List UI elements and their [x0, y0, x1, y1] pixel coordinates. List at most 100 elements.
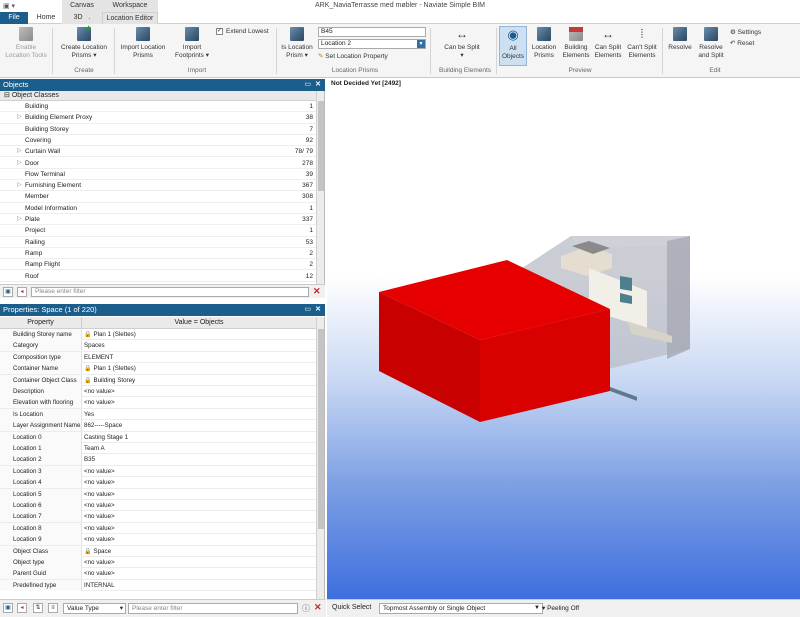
3d-scene[interactable]	[327, 78, 800, 599]
property-value[interactable]: <no value>	[84, 500, 115, 511]
expand-icon[interactable]: ▷	[17, 146, 22, 157]
column-header-property[interactable]: Property	[0, 317, 82, 329]
select-icon[interactable]: ▣	[3, 287, 13, 297]
property-row[interactable]: Location 2 B35	[0, 454, 316, 466]
property-value[interactable]: 🔒 Plan 1 (Slettes)	[84, 329, 136, 341]
property-value[interactable]: INTERNAL	[84, 580, 115, 591]
collapse-icon[interactable]: ⊟	[4, 92, 10, 99]
tab-file[interactable]: File	[0, 12, 28, 24]
property-value[interactable]: ELEMENT	[84, 352, 113, 363]
close-icon[interactable]: ✕	[315, 79, 321, 91]
property-row[interactable]: Category Spaces	[0, 340, 316, 352]
3d-viewport[interactable]: Not Decided Yet [2492]	[327, 78, 800, 599]
property-row[interactable]: Location 7 <no value>	[0, 511, 316, 523]
object-class-row[interactable]: Covering 92	[0, 135, 316, 147]
clear-filter-icon[interactable]: ✕	[314, 602, 322, 613]
tab-home[interactable]: Home	[30, 12, 62, 24]
expand-icon[interactable]: ▷	[17, 180, 22, 191]
property-value[interactable]: <no value>	[84, 397, 115, 408]
property-value[interactable]: <no value>	[84, 523, 115, 534]
pin-icon[interactable]: ▭	[304, 304, 311, 316]
property-value[interactable]: Casting Stage 1	[84, 432, 128, 443]
property-row[interactable]: Predefined type INTERNAL	[0, 579, 316, 592]
settings-button[interactable]: ⚙ Settings	[730, 28, 761, 37]
object-classes-row[interactable]: ⊟ Object Classes	[0, 91, 316, 101]
can-be-split-button[interactable]: ↔ Can be Split ▾	[444, 26, 480, 60]
property-row[interactable]: Location 8 <no value>	[0, 522, 316, 535]
object-class-row[interactable]: Member 308	[0, 191, 316, 203]
object-class-row[interactable]: Building Storey 7	[0, 124, 316, 135]
object-class-row[interactable]: Roof 12	[0, 271, 316, 282]
object-class-row[interactable]: Project 1	[0, 225, 316, 237]
expand-icon[interactable]: ▷	[17, 112, 22, 123]
property-row[interactable]: Location 3 <no value>	[0, 465, 316, 478]
object-class-row[interactable]: ▷ Building Element Proxy 38	[0, 112, 316, 124]
location-value-input[interactable]: B45	[318, 27, 426, 37]
create-location-prisms-button[interactable]: + Create Location Prisms ▾	[58, 24, 110, 60]
object-class-row[interactable]: Building 1	[0, 101, 316, 113]
property-value[interactable]: 862-----Space	[84, 420, 122, 431]
enable-location-tools-button[interactable]: Enable Location Tools	[4, 26, 48, 60]
object-class-row[interactable]: ▷ Plate 337	[0, 214, 316, 226]
highlight-icon[interactable]: ◂	[17, 603, 27, 613]
property-value[interactable]: Yes	[84, 409, 94, 420]
property-row[interactable]: Location 1 Team A	[0, 443, 316, 455]
property-row[interactable]: Location 0 Casting Stage 1	[0, 431, 316, 443]
property-row[interactable]: Elevation with flooring <no value>	[0, 397, 316, 409]
property-value[interactable]: <no value>	[84, 489, 115, 500]
object-class-row[interactable]: Model Information 1	[0, 203, 316, 214]
extend-lowest-checkbox[interactable]: ✓ Extend Lowest	[216, 28, 269, 35]
property-row[interactable]: Location 6 <no value>	[0, 500, 316, 512]
object-class-row[interactable]: Railing 53	[0, 237, 316, 248]
location-select[interactable]: Location 2 ▼	[318, 39, 426, 49]
building-elements-preview-button[interactable]: Building Elements	[561, 26, 591, 60]
properties-scrollbar[interactable]	[316, 317, 324, 599]
property-value[interactable]: <no value>	[84, 511, 115, 522]
object-class-row[interactable]: Ramp Flight 2	[0, 259, 316, 271]
can-split-elements-button[interactable]: ↔ Can Split Elements	[593, 26, 623, 60]
object-class-row[interactable]: ▷ Curtain Wall 78/ 79	[0, 146, 316, 158]
close-icon[interactable]: ✕	[315, 304, 321, 316]
cant-split-elements-button[interactable]: ⦙ Can't Split Elements	[625, 26, 659, 60]
property-value[interactable]: <no value>	[84, 568, 115, 579]
property-row[interactable]: Location 9 <no value>	[0, 534, 316, 546]
property-row[interactable]: Composition type ELEMENT	[0, 351, 316, 364]
property-row[interactable]: Location 5 <no value>	[0, 488, 316, 500]
location-prisms-preview-button[interactable]: Location Prisms	[529, 26, 559, 60]
column-header-value[interactable]: Value = Objects	[82, 317, 316, 329]
quick-select-combo[interactable]: Topmost Assembly or Single Object ▼	[379, 603, 543, 614]
resolve-button[interactable]: Resolve	[666, 26, 694, 52]
property-value[interactable]: <no value>	[84, 386, 115, 397]
value-type-select[interactable]: Value Type ▾	[63, 603, 126, 614]
property-row[interactable]: Container Name 🔒 Plan 1 (Slettes)	[0, 363, 316, 375]
import-footprints-button[interactable]: Import Footprints ▾	[170, 26, 214, 60]
all-objects-button[interactable]: ◉ All Objects	[499, 26, 527, 66]
select-icon[interactable]: ▣	[3, 603, 13, 613]
property-value[interactable]: 🔒 Building Storey	[84, 375, 135, 387]
peeling-toggle[interactable]: ▾ Peeling Off	[542, 604, 579, 612]
sort-icon[interactable]: ⇅	[33, 603, 43, 613]
pin-icon[interactable]: ▭	[304, 79, 311, 91]
set-location-property-button[interactable]: ✎ Set Location Property	[318, 52, 388, 61]
expand-icon[interactable]: ▷	[17, 214, 22, 225]
property-value[interactable]: 🔒 Plan 1 (Slettes)	[84, 363, 136, 375]
properties-filter-input[interactable]: Please enter filter	[128, 603, 298, 614]
property-value[interactable]: <no value>	[84, 534, 115, 545]
property-value[interactable]: <no value>	[84, 466, 115, 477]
is-location-prism-button[interactable]: Is Location Prism ▾	[280, 26, 314, 60]
object-class-row[interactable]: Ramp 2	[0, 248, 316, 260]
property-row[interactable]: Container Object Class 🔒 Building Storey	[0, 374, 316, 387]
property-value[interactable]: Team A	[84, 443, 105, 454]
scrollbar-thumb[interactable]	[318, 329, 324, 529]
resolve-and-split-button[interactable]: Resolve and Split	[696, 26, 726, 60]
property-row[interactable]: Description <no value>	[0, 386, 316, 398]
property-value[interactable]: Spaces	[84, 340, 105, 351]
property-value[interactable]: 🔒 Space	[84, 546, 111, 558]
property-value[interactable]: <no value>	[84, 477, 115, 488]
object-class-row[interactable]: ▷ Door 278	[0, 158, 316, 169]
tab-3d[interactable]: 3D .	[62, 12, 102, 24]
property-row[interactable]: Object Class 🔒 Space	[0, 545, 316, 558]
property-row[interactable]: Layer Assignment Name 862-----Space	[0, 420, 316, 432]
scrollbar-thumb[interactable]	[318, 101, 324, 191]
property-row[interactable]: Location 4 <no value>	[0, 477, 316, 489]
